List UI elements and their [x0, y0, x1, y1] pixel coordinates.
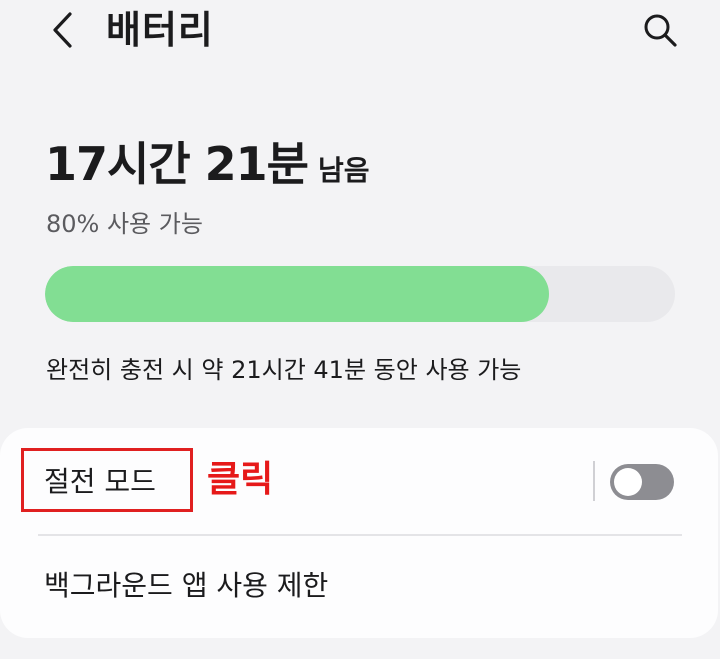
battery-available-text: 80% 사용 가능: [46, 210, 203, 238]
battery-level-bar: [45, 266, 675, 322]
background-limit-label: 백그라운드 앱 사용 제한: [44, 569, 329, 602]
back-button[interactable]: [42, 8, 82, 52]
time-remaining-suffix: 남음: [318, 154, 370, 187]
battery-level-fill: [45, 266, 549, 322]
search-button[interactable]: [638, 8, 682, 52]
app-header: 배터리: [0, 0, 720, 70]
page-title: 배터리: [106, 8, 214, 52]
full-charge-estimate: 완전히 충전 시 약 21시간 41분 동안 사용 가능: [46, 356, 522, 384]
time-remaining-value: 17시간 21분: [45, 137, 309, 191]
click-annotation: 클릭: [207, 459, 274, 500]
power-saving-toggle[interactable]: [610, 464, 674, 500]
settings-card: 절전 모드 클릭 백그라운드 앱 사용 제한: [0, 428, 718, 638]
time-remaining: 17시간 21분 남음: [45, 133, 370, 206]
row-divider: [593, 461, 595, 501]
power-saving-row[interactable]: 절전 모드 클릭: [0, 428, 718, 534]
toggle-knob: [614, 468, 642, 496]
power-saving-label: 절전 모드: [44, 465, 156, 498]
background-limit-row[interactable]: 백그라운드 앱 사용 제한: [0, 536, 718, 636]
chevron-left-icon: [53, 12, 72, 48]
search-icon: [644, 14, 677, 47]
